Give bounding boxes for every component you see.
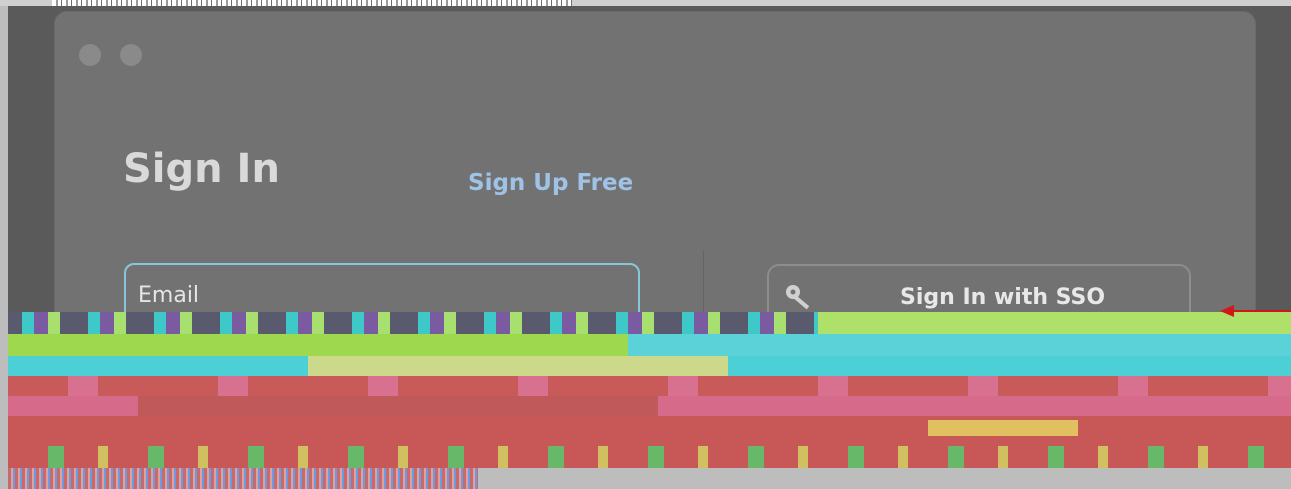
sso-button-label: Sign In with SSO <box>900 285 1106 310</box>
window-minimize-button[interactable] <box>120 44 142 66</box>
screenshot-top-strip <box>0 0 1291 6</box>
page-title: Sign In <box>123 146 280 192</box>
glitch-row <box>8 376 1291 396</box>
glitch-row <box>138 396 658 416</box>
key-icon <box>786 285 810 310</box>
vertical-divider <box>703 250 704 320</box>
glitch-row <box>8 446 1291 468</box>
noise-strip <box>52 0 572 6</box>
glitch-row <box>8 416 1291 446</box>
glitch-row <box>628 334 1291 356</box>
glitch-row <box>8 468 478 489</box>
glitch-row <box>308 356 728 376</box>
sign-up-free-link[interactable]: Sign Up Free <box>468 170 633 196</box>
rendering-glitch-region <box>8 312 1291 489</box>
glitch-row <box>928 420 1078 436</box>
pointer-arrow-icon <box>1220 305 1291 317</box>
glitch-row <box>478 468 1291 489</box>
left-gutter <box>0 6 8 489</box>
window-close-button[interactable] <box>79 44 101 66</box>
